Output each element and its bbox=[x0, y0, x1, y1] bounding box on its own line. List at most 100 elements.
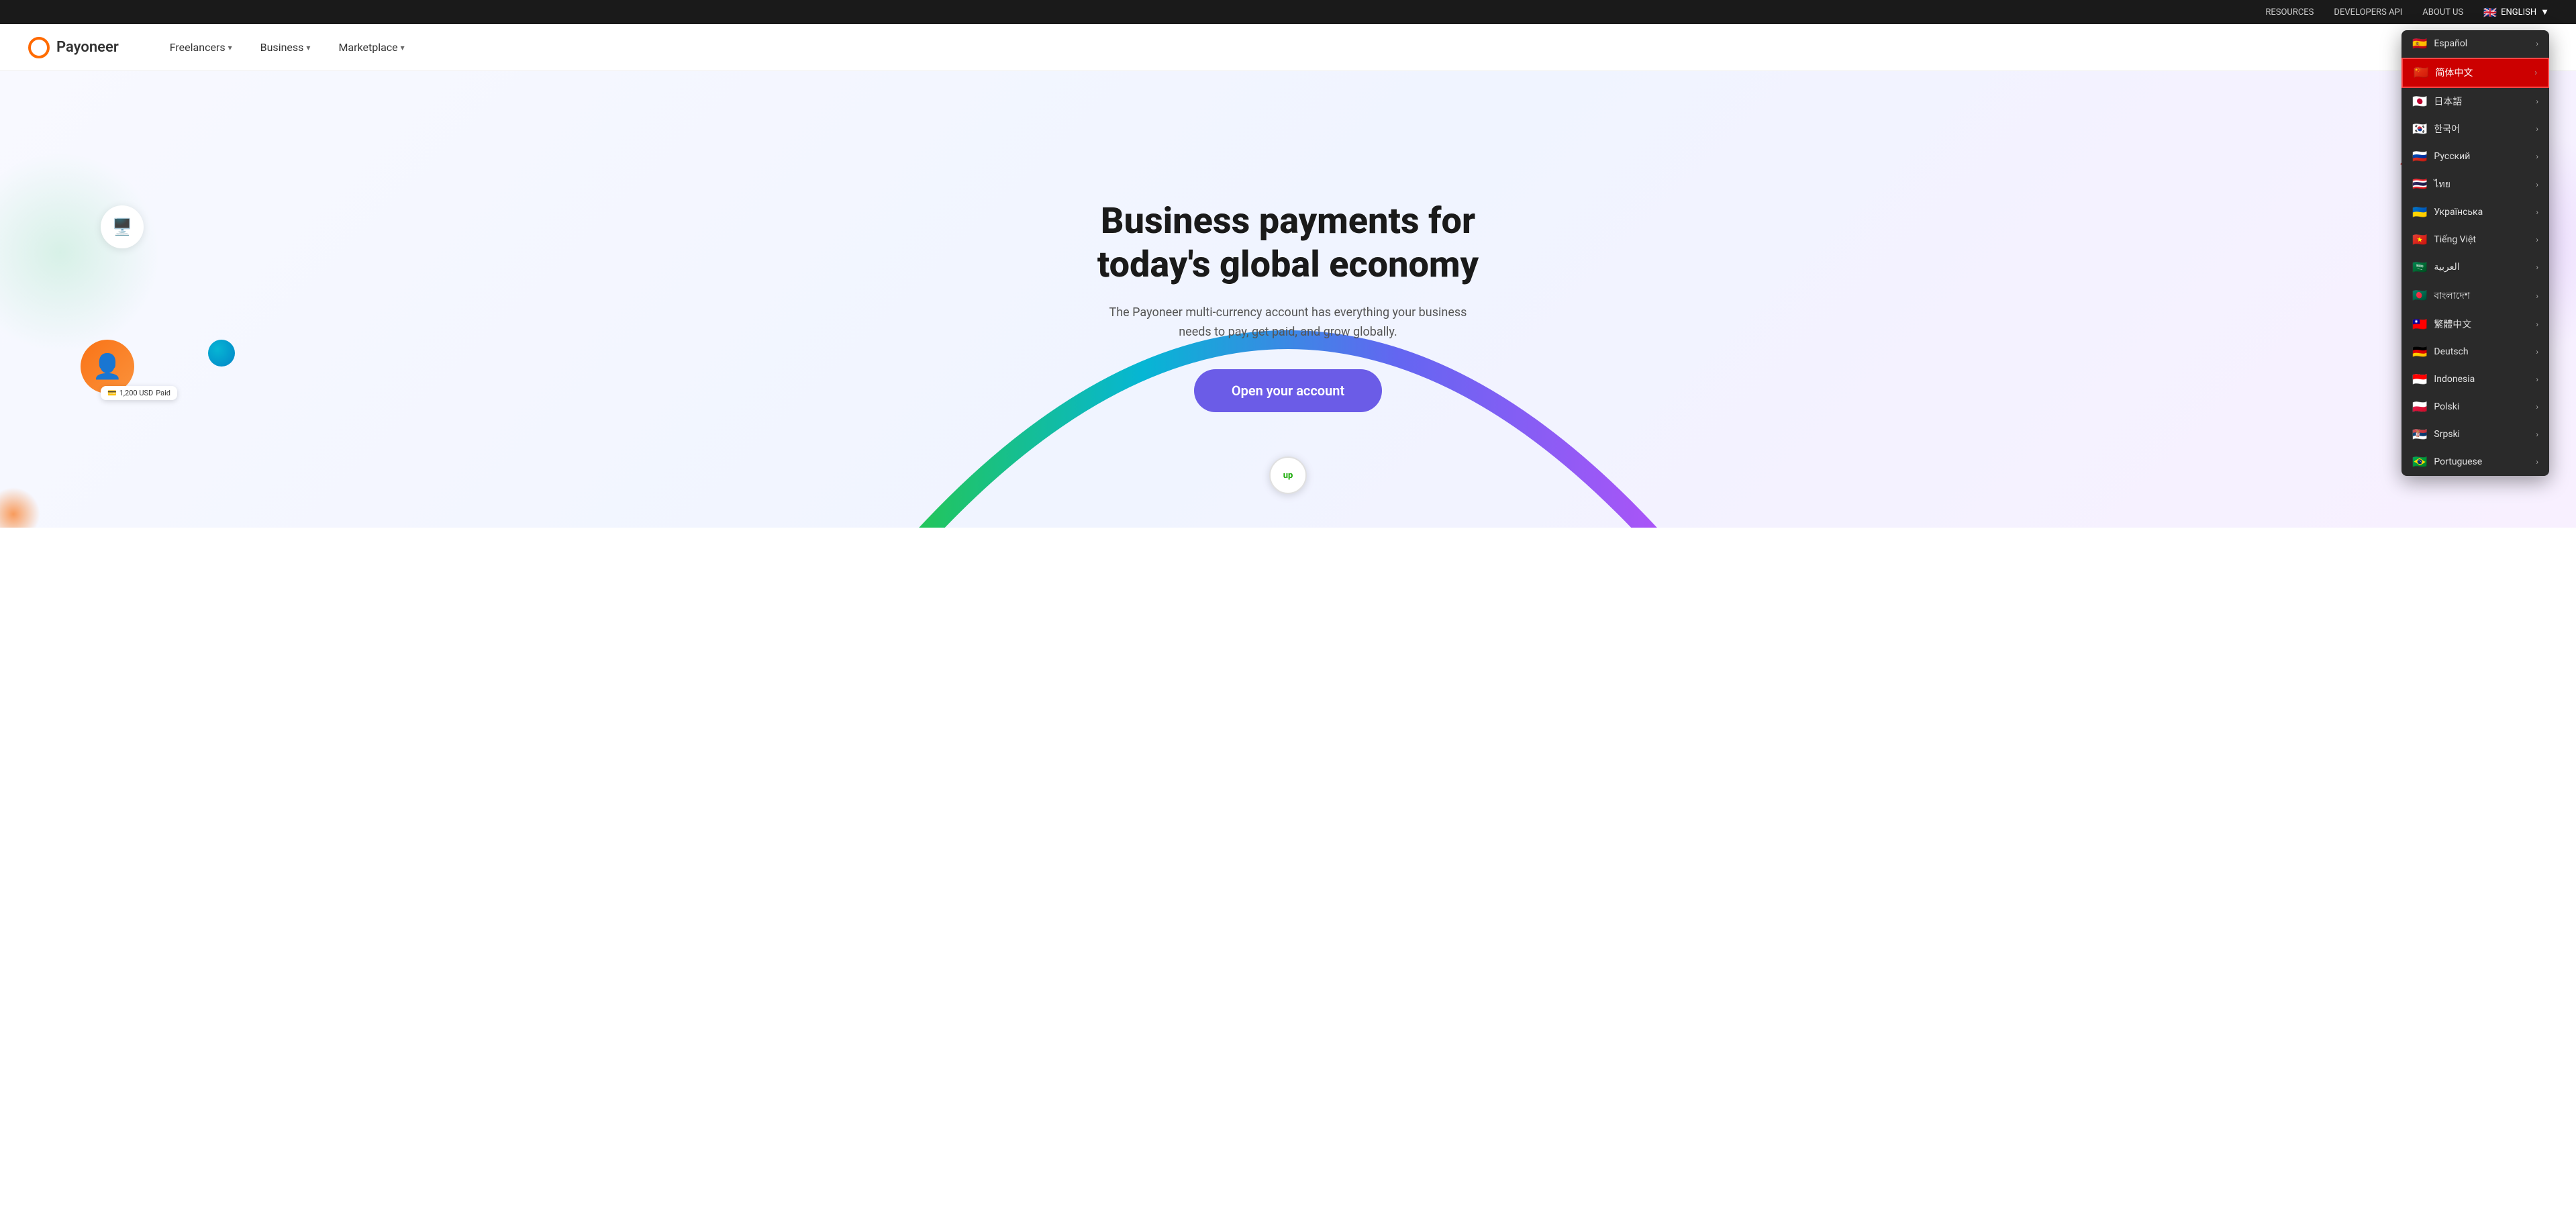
about-us-link[interactable]: ABOUT US bbox=[2422, 7, 2463, 17]
main-nav: Payoneer Freelancers ▾ Business ▾ Market… bbox=[0, 24, 2576, 71]
lang-flag-icon: 🇩🇪 bbox=[2412, 345, 2427, 359]
lang-flag-icon: 🇹🇼 bbox=[2412, 318, 2427, 332]
lang-option[interactable]: 🇸🇦 العربية › bbox=[2401, 254, 2549, 281]
lang-flag-icon: 🇻🇳 bbox=[2412, 233, 2427, 247]
logo[interactable]: Payoneer bbox=[27, 36, 119, 60]
lang-name: 繁體中文 bbox=[2434, 318, 2471, 331]
payment-badge: 💳 1,200 USD Paid bbox=[101, 386, 177, 400]
freelancers-nav-item[interactable]: Freelancers ▾ bbox=[159, 36, 243, 59]
lang-flag-icon: 🇸🇦 bbox=[2412, 260, 2427, 275]
lang-flag-icon: 🇮🇩 bbox=[2412, 373, 2427, 387]
marketplace-label: Marketplace bbox=[338, 41, 397, 54]
lang-chevron-icon: › bbox=[2536, 320, 2538, 329]
lang-name: 日本語 bbox=[2434, 95, 2462, 108]
lang-name: ไทย bbox=[2434, 177, 2450, 192]
lang-flag-icon: 🇧🇷 bbox=[2412, 455, 2427, 469]
lang-name: বাংলাদেশ bbox=[2434, 288, 2470, 304]
payment-amount: 1,200 USD bbox=[119, 389, 154, 397]
lang-chevron-icon: › bbox=[2536, 375, 2538, 384]
resources-link[interactable]: RESOURCES bbox=[2265, 7, 2314, 17]
developers-api-link[interactable]: DEVELOPERS API bbox=[2334, 7, 2402, 17]
lang-option[interactable]: 🇷🇸 Srpski › bbox=[2401, 421, 2549, 448]
english-flag-icon: 🇬🇧 bbox=[2483, 6, 2497, 19]
lang-option[interactable]: 🇹🇼 繁體中文 › bbox=[2401, 311, 2549, 338]
business-chevron-icon: ▾ bbox=[306, 43, 310, 52]
lang-chevron-icon: › bbox=[2536, 347, 2538, 356]
lang-name: Indonesia bbox=[2434, 374, 2475, 385]
lang-option[interactable]: 🇯🇵 日本語 › bbox=[2401, 88, 2549, 115]
logo-text: Payoneer bbox=[56, 39, 119, 56]
lang-option[interactable]: 🇻🇳 Tiếng Việt › bbox=[2401, 226, 2549, 254]
lang-flag-icon: 🇺🇦 bbox=[2412, 205, 2427, 220]
lang-chevron-icon: › bbox=[2536, 235, 2538, 244]
upwork-badge: up bbox=[1269, 456, 1307, 494]
monitor-icon-card: 🖥️ bbox=[101, 205, 144, 248]
lang-name: Deutsch bbox=[2434, 346, 2468, 357]
blue-dot-decoration bbox=[208, 340, 235, 367]
top-bar: RESOURCES DEVELOPERS API ABOUT US 🇬🇧 ENG… bbox=[0, 0, 2576, 24]
marketplace-chevron-icon: ▾ bbox=[401, 43, 405, 52]
language-dropdown: 🇪🇸 Español › 🇨🇳 简体中文 › 🇯🇵 日本語 › 🇰🇷 한국어 › bbox=[2401, 30, 2549, 476]
lang-option[interactable]: 🇺🇦 Українська › bbox=[2401, 199, 2549, 226]
lang-name: Portuguese bbox=[2434, 456, 2482, 467]
lang-option[interactable]: 🇮🇩 Indonesia › bbox=[2401, 366, 2549, 393]
lang-option[interactable]: 🇵🇱 Polski › bbox=[2401, 393, 2549, 421]
lang-flag-icon: 🇵🇱 bbox=[2412, 400, 2427, 414]
lang-name: Srpski bbox=[2434, 429, 2460, 440]
lang-chevron-icon: › bbox=[2536, 457, 2538, 467]
lang-name: 简体中文 bbox=[2435, 66, 2473, 79]
person-avatar: 👤 bbox=[93, 352, 123, 381]
lang-chevron-icon: › bbox=[2536, 39, 2538, 48]
lang-flag-icon: 🇹🇭 bbox=[2412, 177, 2427, 191]
hero-title: Business payments for today's global eco… bbox=[1097, 200, 1479, 287]
lang-chevron-icon: › bbox=[2536, 262, 2538, 272]
business-label: Business bbox=[260, 41, 304, 54]
lang-name: Polski bbox=[2434, 401, 2459, 412]
lang-flag-icon: 🇰🇷 bbox=[2412, 122, 2427, 136]
language-selector-container: 🇬🇧 ENGLISH ▼ 🇪🇸 Español › 🇨🇳 简体中文 › 🇯🇵 日… bbox=[2483, 6, 2549, 19]
lang-chevron-icon: › bbox=[2536, 430, 2538, 439]
freelancers-label: Freelancers bbox=[170, 41, 226, 54]
lang-flag-icon: 🇧🇩 bbox=[2412, 289, 2427, 303]
lang-name: Русский bbox=[2434, 151, 2470, 162]
lang-chevron-icon: › bbox=[2536, 124, 2538, 134]
hero-content: Business payments for today's global eco… bbox=[1084, 160, 1492, 438]
lang-name: Українська bbox=[2434, 207, 2483, 217]
lang-option[interactable]: 🇧🇷 Portuguese › bbox=[2401, 448, 2549, 476]
lang-option[interactable]: 🇨🇳 简体中文 › bbox=[2401, 58, 2549, 88]
hero-section: 🖥️ 👤 💳 1,200 USD Paid Business payments … bbox=[0, 71, 2576, 528]
hero-subtitle: The Payoneer multi-currency account has … bbox=[1100, 303, 1476, 342]
avatar-card: 👤 bbox=[81, 340, 134, 393]
lang-flag-icon: 🇯🇵 bbox=[2412, 95, 2427, 109]
open-account-button[interactable]: Open your account bbox=[1194, 369, 1382, 412]
monitor-icon: 🖥️ bbox=[112, 217, 132, 236]
lang-name: 한국어 bbox=[2434, 122, 2460, 136]
lang-option[interactable]: 🇩🇪 Deutsch › bbox=[2401, 338, 2549, 366]
lang-chevron-icon: › bbox=[2536, 180, 2538, 189]
freelancers-chevron-icon: ▾ bbox=[228, 43, 232, 52]
business-nav-item[interactable]: Business ▾ bbox=[250, 36, 321, 59]
lang-chevron-icon: › bbox=[2536, 207, 2538, 217]
language-button[interactable]: 🇬🇧 ENGLISH ▼ bbox=[2483, 6, 2549, 19]
lang-option[interactable]: 🇧🇩 বাংলাদেশ › bbox=[2401, 281, 2549, 311]
lang-option[interactable]: 🇪🇸 Español › bbox=[2401, 30, 2549, 58]
lang-flag-icon: 🇨🇳 bbox=[2414, 66, 2428, 80]
lang-option[interactable]: 🇹🇭 ไทย › bbox=[2401, 171, 2549, 199]
nav-links: Freelancers ▾ Business ▾ Marketplace ▾ bbox=[159, 36, 2495, 59]
lang-option[interactable]: 🇷🇺 Русский › bbox=[2401, 143, 2549, 171]
lang-flag-icon: 🇷🇺 bbox=[2412, 150, 2427, 164]
lang-flag-icon: 🇷🇸 bbox=[2412, 428, 2427, 442]
lang-chevron-icon: › bbox=[2536, 152, 2538, 161]
marketplace-nav-item[interactable]: Marketplace ▾ bbox=[328, 36, 415, 59]
payment-icon: 💳 bbox=[107, 389, 117, 397]
lang-chevron-icon: › bbox=[2534, 68, 2537, 77]
lang-chevron-icon: › bbox=[2536, 291, 2538, 301]
lang-name: Español bbox=[2434, 38, 2467, 49]
language-label: ENGLISH bbox=[2501, 7, 2536, 17]
payment-label: Paid bbox=[156, 389, 170, 397]
lang-chevron-icon: › bbox=[2536, 97, 2538, 106]
lang-name: العربية bbox=[2434, 262, 2459, 273]
lang-chevron-icon: › bbox=[2536, 402, 2538, 411]
lang-option[interactable]: 🇰🇷 한국어 › bbox=[2401, 115, 2549, 143]
chevron-down-icon: ▼ bbox=[2540, 7, 2549, 17]
